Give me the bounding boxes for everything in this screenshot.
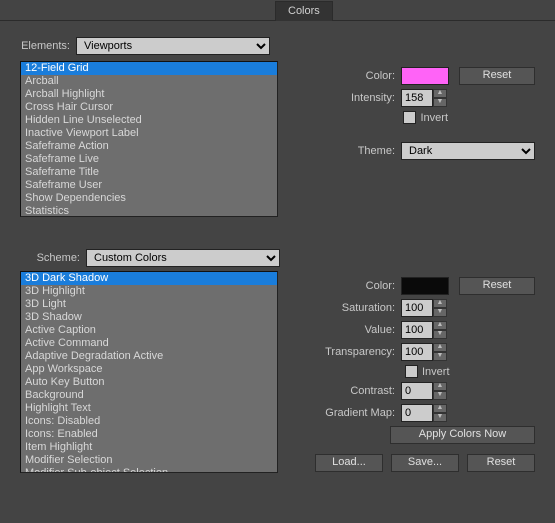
invert2-label: Invert bbox=[418, 366, 449, 378]
color2-reset-button[interactable]: Reset bbox=[459, 277, 535, 295]
elements-listbox[interactable]: 12-Field GridArcballArcball HighlightCro… bbox=[20, 61, 278, 217]
apply-colors-button[interactable]: Apply Colors Now bbox=[390, 426, 535, 444]
intensity-input[interactable] bbox=[401, 89, 433, 107]
saturation-input[interactable] bbox=[401, 299, 433, 317]
load-button[interactable]: Load... bbox=[315, 454, 383, 472]
contrast-spinner[interactable]: ▲▼ bbox=[401, 382, 449, 400]
theme-label: Theme: bbox=[331, 145, 401, 157]
saturation-label: Saturation: bbox=[311, 302, 401, 314]
color1-swatch[interactable] bbox=[401, 67, 449, 85]
spin-up-icon[interactable]: ▲ bbox=[433, 343, 447, 352]
spin-up-icon[interactable]: ▲ bbox=[433, 382, 447, 391]
list-item[interactable]: 3D Highlight bbox=[21, 285, 277, 298]
spin-down-icon[interactable]: ▼ bbox=[433, 352, 447, 361]
gradientmap-label: Gradient Map: bbox=[311, 407, 401, 419]
list-item[interactable]: Auto Key Button bbox=[21, 376, 277, 389]
gradientmap-spinner[interactable]: ▲▼ bbox=[401, 404, 449, 422]
elements-label: Elements: bbox=[20, 40, 76, 52]
scheme-listbox[interactable]: 3D Dark Shadow3D Highlight3D Light3D Sha… bbox=[20, 271, 278, 473]
scheme-combo[interactable]: Custom Colors bbox=[86, 249, 280, 267]
invert1-checkbox[interactable] bbox=[403, 111, 416, 124]
list-item[interactable]: Arcball Highlight bbox=[21, 88, 277, 101]
value-input[interactable] bbox=[401, 321, 433, 339]
intensity-label: Intensity: bbox=[331, 92, 401, 104]
theme-combo[interactable]: Dark bbox=[401, 142, 535, 160]
reset-button[interactable]: Reset bbox=[467, 454, 535, 472]
spin-down-icon[interactable]: ▼ bbox=[433, 391, 447, 400]
list-item[interactable]: Safeframe User bbox=[21, 179, 277, 192]
list-item[interactable]: Icons: Enabled bbox=[21, 428, 277, 441]
list-item[interactable]: Hidden Line Unselected bbox=[21, 114, 277, 127]
intensity-spinner[interactable]: ▲▼ bbox=[401, 89, 449, 107]
list-item[interactable]: Highlight Text bbox=[21, 402, 277, 415]
color2-swatch[interactable] bbox=[401, 277, 449, 295]
transparency-spinner[interactable]: ▲▼ bbox=[401, 343, 449, 361]
list-item[interactable]: Active Caption bbox=[21, 324, 277, 337]
contrast-input[interactable] bbox=[401, 382, 433, 400]
spin-up-icon[interactable]: ▲ bbox=[433, 299, 447, 308]
invert2-checkbox[interactable] bbox=[405, 365, 418, 378]
scheme-label: Scheme: bbox=[20, 252, 86, 264]
transparency-label: Transparency: bbox=[311, 346, 401, 358]
spin-down-icon[interactable]: ▼ bbox=[433, 308, 447, 317]
gradientmap-input[interactable] bbox=[401, 404, 433, 422]
list-item[interactable]: Cross Hair Cursor bbox=[21, 101, 277, 114]
spin-down-icon[interactable]: ▼ bbox=[433, 413, 447, 422]
list-item[interactable]: Statistics bbox=[21, 205, 277, 217]
list-item[interactable]: 12-Field Grid bbox=[21, 62, 277, 75]
list-item[interactable]: Background bbox=[21, 389, 277, 402]
value-spinner[interactable]: ▲▼ bbox=[401, 321, 449, 339]
transparency-input[interactable] bbox=[401, 343, 433, 361]
list-item[interactable]: Modifier Selection bbox=[21, 454, 277, 467]
spin-up-icon[interactable]: ▲ bbox=[433, 404, 447, 413]
list-item[interactable]: Safeframe Live bbox=[21, 153, 277, 166]
color2-label: Color: bbox=[311, 280, 401, 292]
list-item[interactable]: Arcball bbox=[21, 75, 277, 88]
list-item[interactable]: Safeframe Title bbox=[21, 166, 277, 179]
list-item[interactable]: Active Command bbox=[21, 337, 277, 350]
color1-reset-button[interactable]: Reset bbox=[459, 67, 535, 85]
value-label: Value: bbox=[311, 324, 401, 336]
elements-combo[interactable]: Viewports bbox=[76, 37, 270, 55]
list-item[interactable]: Show Dependencies bbox=[21, 192, 277, 205]
list-item[interactable]: 3D Light bbox=[21, 298, 277, 311]
tab-bar: Colors bbox=[0, 0, 555, 21]
save-button[interactable]: Save... bbox=[391, 454, 459, 472]
spin-up-icon[interactable]: ▲ bbox=[433, 321, 447, 330]
list-item[interactable]: 3D Shadow bbox=[21, 311, 277, 324]
invert1-label: Invert bbox=[416, 112, 448, 124]
color1-label: Color: bbox=[331, 70, 401, 82]
spin-down-icon[interactable]: ▼ bbox=[433, 330, 447, 339]
list-item[interactable]: Inactive Viewport Label bbox=[21, 127, 277, 140]
list-item[interactable]: App Workspace bbox=[21, 363, 277, 376]
list-item[interactable]: Icons: Disabled bbox=[21, 415, 277, 428]
spin-down-icon[interactable]: ▼ bbox=[433, 98, 447, 107]
list-item[interactable]: 3D Dark Shadow bbox=[21, 272, 277, 285]
tab-colors[interactable]: Colors bbox=[275, 1, 333, 21]
list-item[interactable]: Modifier Sub-object Selection bbox=[21, 467, 277, 473]
list-item[interactable]: Adaptive Degradation Active bbox=[21, 350, 277, 363]
contrast-label: Contrast: bbox=[311, 385, 401, 397]
spin-up-icon[interactable]: ▲ bbox=[433, 89, 447, 98]
list-item[interactable]: Safeframe Action bbox=[21, 140, 277, 153]
saturation-spinner[interactable]: ▲▼ bbox=[401, 299, 449, 317]
list-item[interactable]: Item Highlight bbox=[21, 441, 277, 454]
